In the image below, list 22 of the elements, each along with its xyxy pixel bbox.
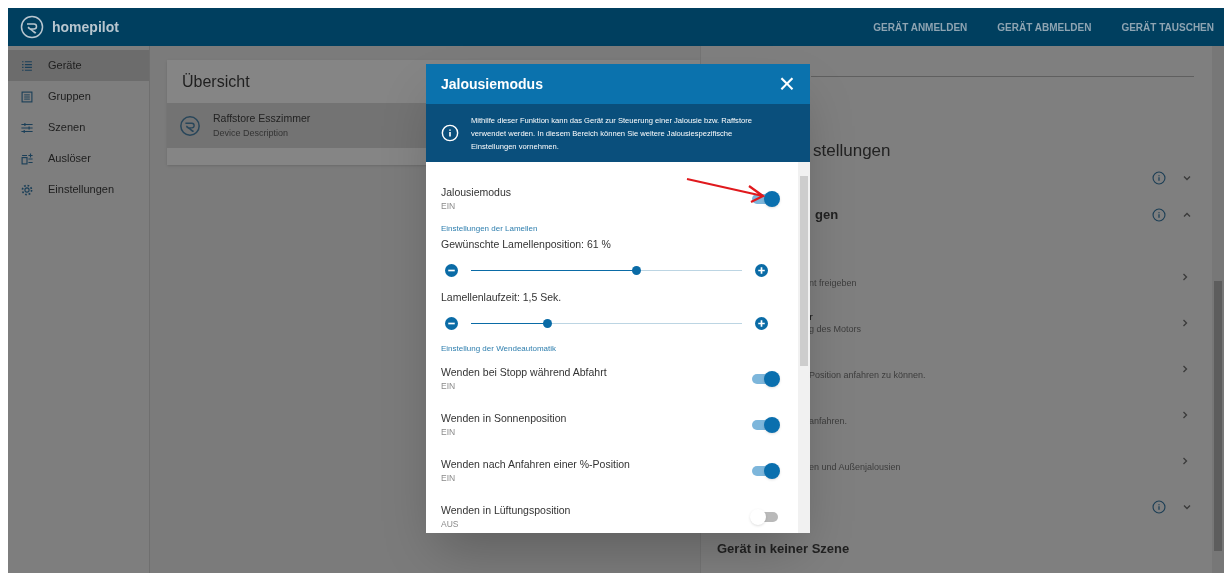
device-description: Device Description	[213, 126, 290, 140]
section-heading: stellungen	[813, 141, 891, 160]
setting-status: EIN	[441, 380, 457, 393]
slider-label: Lamellenlaufzeit: 1,5 Sek.	[441, 290, 563, 305]
slider-label: Gewünschte Lamellenposition: 61 %	[441, 237, 612, 252]
section-title: Gerät in keiner Szene	[716, 540, 851, 558]
setting-label: Jalousiemodus	[441, 185, 512, 199]
setting-status: EIN	[441, 426, 457, 439]
app-name: homepilot	[52, 17, 119, 37]
setting-label: Wenden bei Stopp während Abfahrt	[441, 365, 607, 379]
dialog-title: Jalousiemodus	[441, 74, 543, 94]
setting-label: Wenden in Lüftungsposition	[441, 503, 571, 517]
setting-label: Wenden in Sonnenposition	[441, 411, 567, 425]
section-label: Einstellung der Wendeautomatik	[441, 343, 558, 355]
setting-status: EIN	[441, 472, 457, 485]
section-title: gen	[815, 206, 839, 225]
setting-label: Wenden nach Anfahren einer %-Position	[441, 457, 630, 471]
section-label: Einstellungen der Lamellen	[441, 223, 539, 235]
device-name: Raffstore Esszimmer	[213, 110, 311, 126]
setting-status: EIN	[441, 200, 457, 213]
card-title: Übersicht	[182, 71, 250, 92]
setting-status: AUS	[441, 518, 460, 531]
